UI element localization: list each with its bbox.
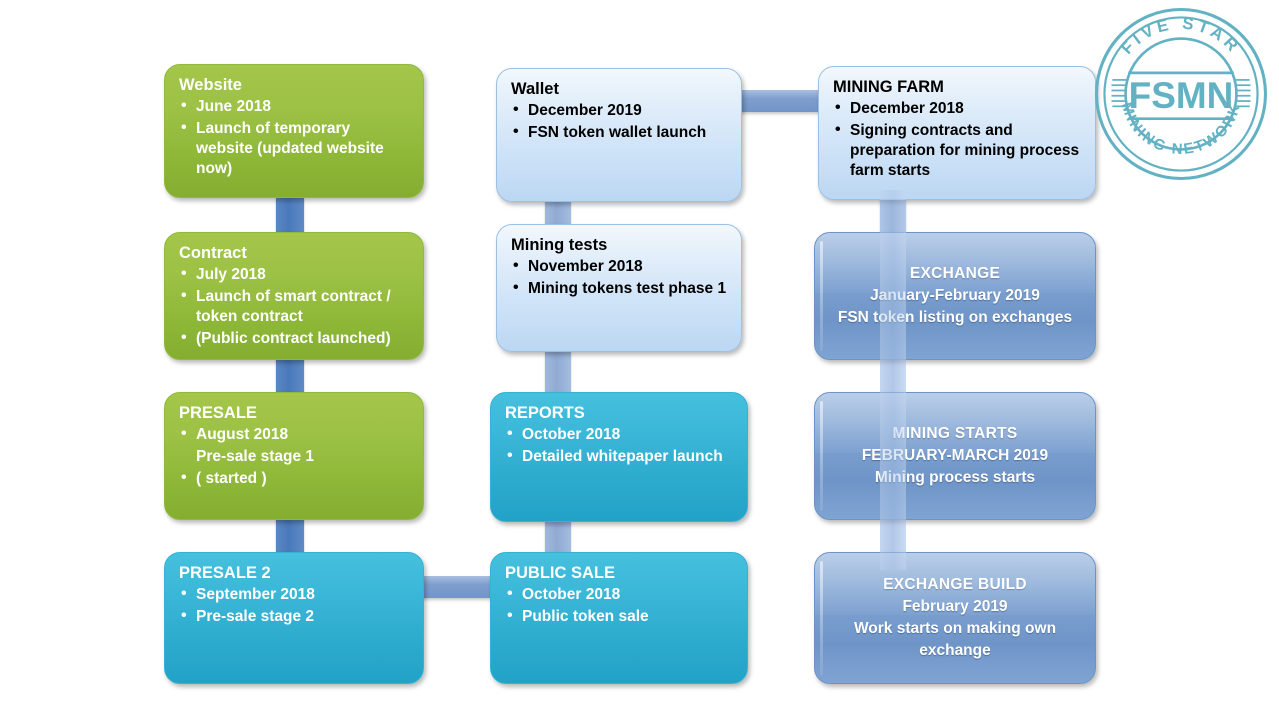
milestone-public-sale[interactable]: PUBLIC SALE October 2018 Public token sa… — [490, 552, 748, 684]
milestone-detail-list: June 2018 Launch of temporary website (u… — [179, 96, 409, 179]
list-item: December 2019 — [511, 100, 727, 121]
milestone-presale[interactable]: PRESALE August 2018 Pre-sale stage 1 ( s… — [164, 392, 424, 520]
list-item: August 2018 — [179, 424, 409, 445]
milestone-title: Website — [179, 76, 242, 94]
list-item: October 2018 — [505, 584, 733, 605]
milestone-mining-tests[interactable]: Mining tests November 2018 Mining tokens… — [496, 224, 742, 352]
milestone-title: REPORTS — [505, 404, 585, 422]
list-item: Pre-sale stage 1 — [196, 448, 315, 465]
milestone-text-block: EXCHANGE BUILD February 2019 Work starts… — [815, 553, 1095, 683]
list-item: Signing contracts and preparation for mi… — [833, 120, 1081, 181]
roadmap-canvas: Website June 2018 Launch of temporary we… — [0, 0, 1279, 720]
list-item: Launch of temporary website (updated web… — [179, 118, 409, 179]
milestone-detail-list: October 2018 Public token sale — [505, 584, 733, 627]
milestone-title: Mining tests — [511, 236, 608, 254]
milestone-text-block: MINING STARTS FEBRUARY-MARCH 2019 Mining… — [815, 393, 1095, 519]
milestone-title: PRESALE 2 — [179, 564, 271, 582]
milestone-detail-list: July 2018 Launch of smart contract / tok… — [179, 264, 409, 349]
list-item: October 2018 — [505, 424, 733, 445]
list-item: September 2018 — [179, 584, 409, 605]
milestone-detail-list: November 2018 Mining tokens test phase 1 — [511, 256, 727, 299]
logo-center-text: FSMN — [1129, 75, 1234, 116]
milestone-reports[interactable]: REPORTS October 2018 Detailed whitepaper… — [490, 392, 748, 522]
list-item: ( started ) — [179, 468, 409, 489]
milestone-detail-list: October 2018 Detailed whitepaper launch — [505, 424, 733, 467]
list-item: Detailed whitepaper launch — [505, 446, 733, 467]
connector-wallet-to-mining-farm — [735, 90, 827, 112]
connector-right-column-band — [880, 190, 906, 570]
logo-top-arc-text: FIVE STAR — [1117, 14, 1244, 58]
milestone-mining-starts[interactable]: MINING STARTS FEBRUARY-MARCH 2019 Mining… — [814, 392, 1096, 520]
list-item: Pre-sale stage 2 — [179, 606, 409, 627]
milestone-title: EXCHANGE — [909, 265, 1001, 282]
milestone-exchange[interactable]: EXCHANGE January-February 2019 FSN token… — [814, 232, 1096, 360]
list-item: December 2018 — [833, 98, 1081, 119]
milestone-detail-list: December 2019 FSN token wallet launch — [511, 100, 727, 143]
milestone-title: Wallet — [511, 80, 559, 98]
milestone-title: MINING STARTS — [892, 425, 1018, 442]
list-item: Launch of smart contract / token contrac… — [179, 286, 409, 327]
list-item: July 2018 — [179, 264, 409, 285]
milestone-contract[interactable]: Contract July 2018 Launch of smart contr… — [164, 232, 424, 360]
list-item: Public token sale — [505, 606, 733, 627]
milestone-title: MINING FARM — [833, 78, 944, 96]
milestone-title: EXCHANGE BUILD — [883, 576, 1027, 593]
milestone-exchange-build[interactable]: EXCHANGE BUILD February 2019 Work starts… — [814, 552, 1096, 684]
milestone-presale-2[interactable]: PRESALE 2 September 2018 Pre-sale stage … — [164, 552, 424, 684]
milestone-detail-list: August 2018 Pre-sale stage 1 ( started ) — [179, 424, 409, 489]
milestone-title: PRESALE — [179, 404, 257, 422]
milestone-title: Contract — [179, 244, 247, 262]
milestone-date: February 2019 — [902, 598, 1008, 615]
milestone-text-block: EXCHANGE January-February 2019 FSN token… — [815, 233, 1095, 359]
milestone-description: Work starts on making own exchange — [853, 620, 1057, 659]
milestone-mining-farm[interactable]: MINING FARM December 2018 Signing contra… — [818, 66, 1096, 200]
milestone-title: PUBLIC SALE — [505, 564, 616, 582]
milestone-detail-list: December 2018 Signing contracts and prep… — [833, 98, 1081, 181]
list-item: June 2018 — [179, 96, 409, 117]
milestone-description: FSN token listing on exchanges — [837, 309, 1073, 326]
fsmn-seal-logo: FSMN FIVE STAR MINING NETWORK — [1094, 7, 1268, 181]
milestone-wallet[interactable]: Wallet December 2019 FSN token wallet la… — [496, 68, 742, 202]
list-item: FSN token wallet launch — [511, 122, 727, 143]
list-item: November 2018 — [511, 256, 727, 277]
milestone-detail-list: September 2018 Pre-sale stage 2 — [179, 584, 409, 627]
list-item: Mining tokens test phase 1 — [511, 278, 727, 299]
milestone-website[interactable]: Website June 2018 Launch of temporary we… — [164, 64, 424, 198]
list-item: (Public contract launched) — [179, 328, 409, 349]
